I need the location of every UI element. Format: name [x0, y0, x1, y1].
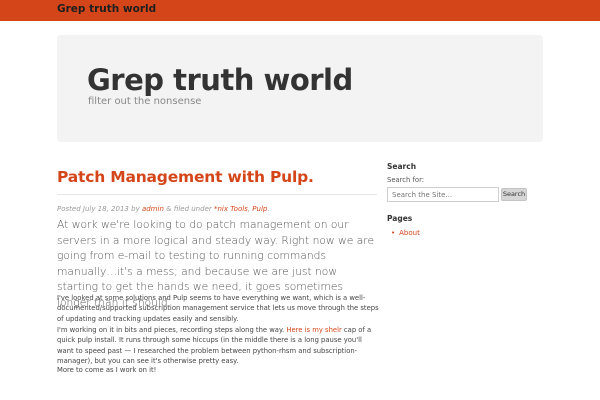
post-article: Patch Management with Pulp. Posted July …: [57, 168, 379, 374]
sidebar: Search Search for: Search Pages •About: [387, 162, 547, 237]
search-button[interactable]: Search: [501, 188, 527, 201]
top-nav-bar: Grep truth world: [0, 0, 600, 21]
site-header: Grep truth world filter out the nonsense: [57, 35, 543, 142]
page-link-label: About: [399, 229, 420, 237]
meta-posted-prefix: Posted: [57, 205, 81, 213]
brand-link[interactable]: Grep truth world: [57, 3, 156, 15]
para2-text-before: I'm working on it in bits and pieces, re…: [57, 326, 285, 334]
pages-widget-title: Pages: [387, 214, 413, 223]
pages-list: • About: [391, 229, 420, 237]
author-link[interactable]: admin: [142, 205, 164, 213]
title-divider: [57, 194, 377, 195]
category-link-nix-tools[interactable]: *nix Tools: [214, 205, 248, 213]
meta-by: by: [131, 205, 140, 213]
meta-filed-under: & filed under: [166, 205, 212, 213]
site-title[interactable]: Grep truth world: [87, 63, 353, 97]
post-paragraph-2: I'm working on it in bits and pieces, re…: [57, 325, 379, 367]
post-paragraph-3: More to come as I work on it!: [57, 366, 157, 374]
search-label: Search for:: [387, 176, 425, 184]
meta-separator: ,: [247, 205, 251, 213]
site-tagline: filter out the nonsense: [88, 96, 202, 107]
bullet-icon: •: [391, 229, 396, 237]
search-widget-title: Search: [387, 162, 417, 171]
post-meta: Posted July 18, 2013 by admin & filed un…: [57, 205, 270, 213]
page-link-about[interactable]: • About: [391, 229, 420, 237]
search-input[interactable]: [387, 187, 499, 202]
shelr-link[interactable]: Here is my shelr: [286, 326, 341, 334]
category-link-pulp[interactable]: Pulp: [252, 205, 267, 213]
post-date: July 18, 2013: [82, 205, 129, 213]
meta-end: .: [267, 205, 270, 213]
post-paragraph-1: I've looked at some solutions and Pulp s…: [57, 294, 379, 323]
post-title[interactable]: Patch Management with Pulp.: [57, 168, 377, 186]
